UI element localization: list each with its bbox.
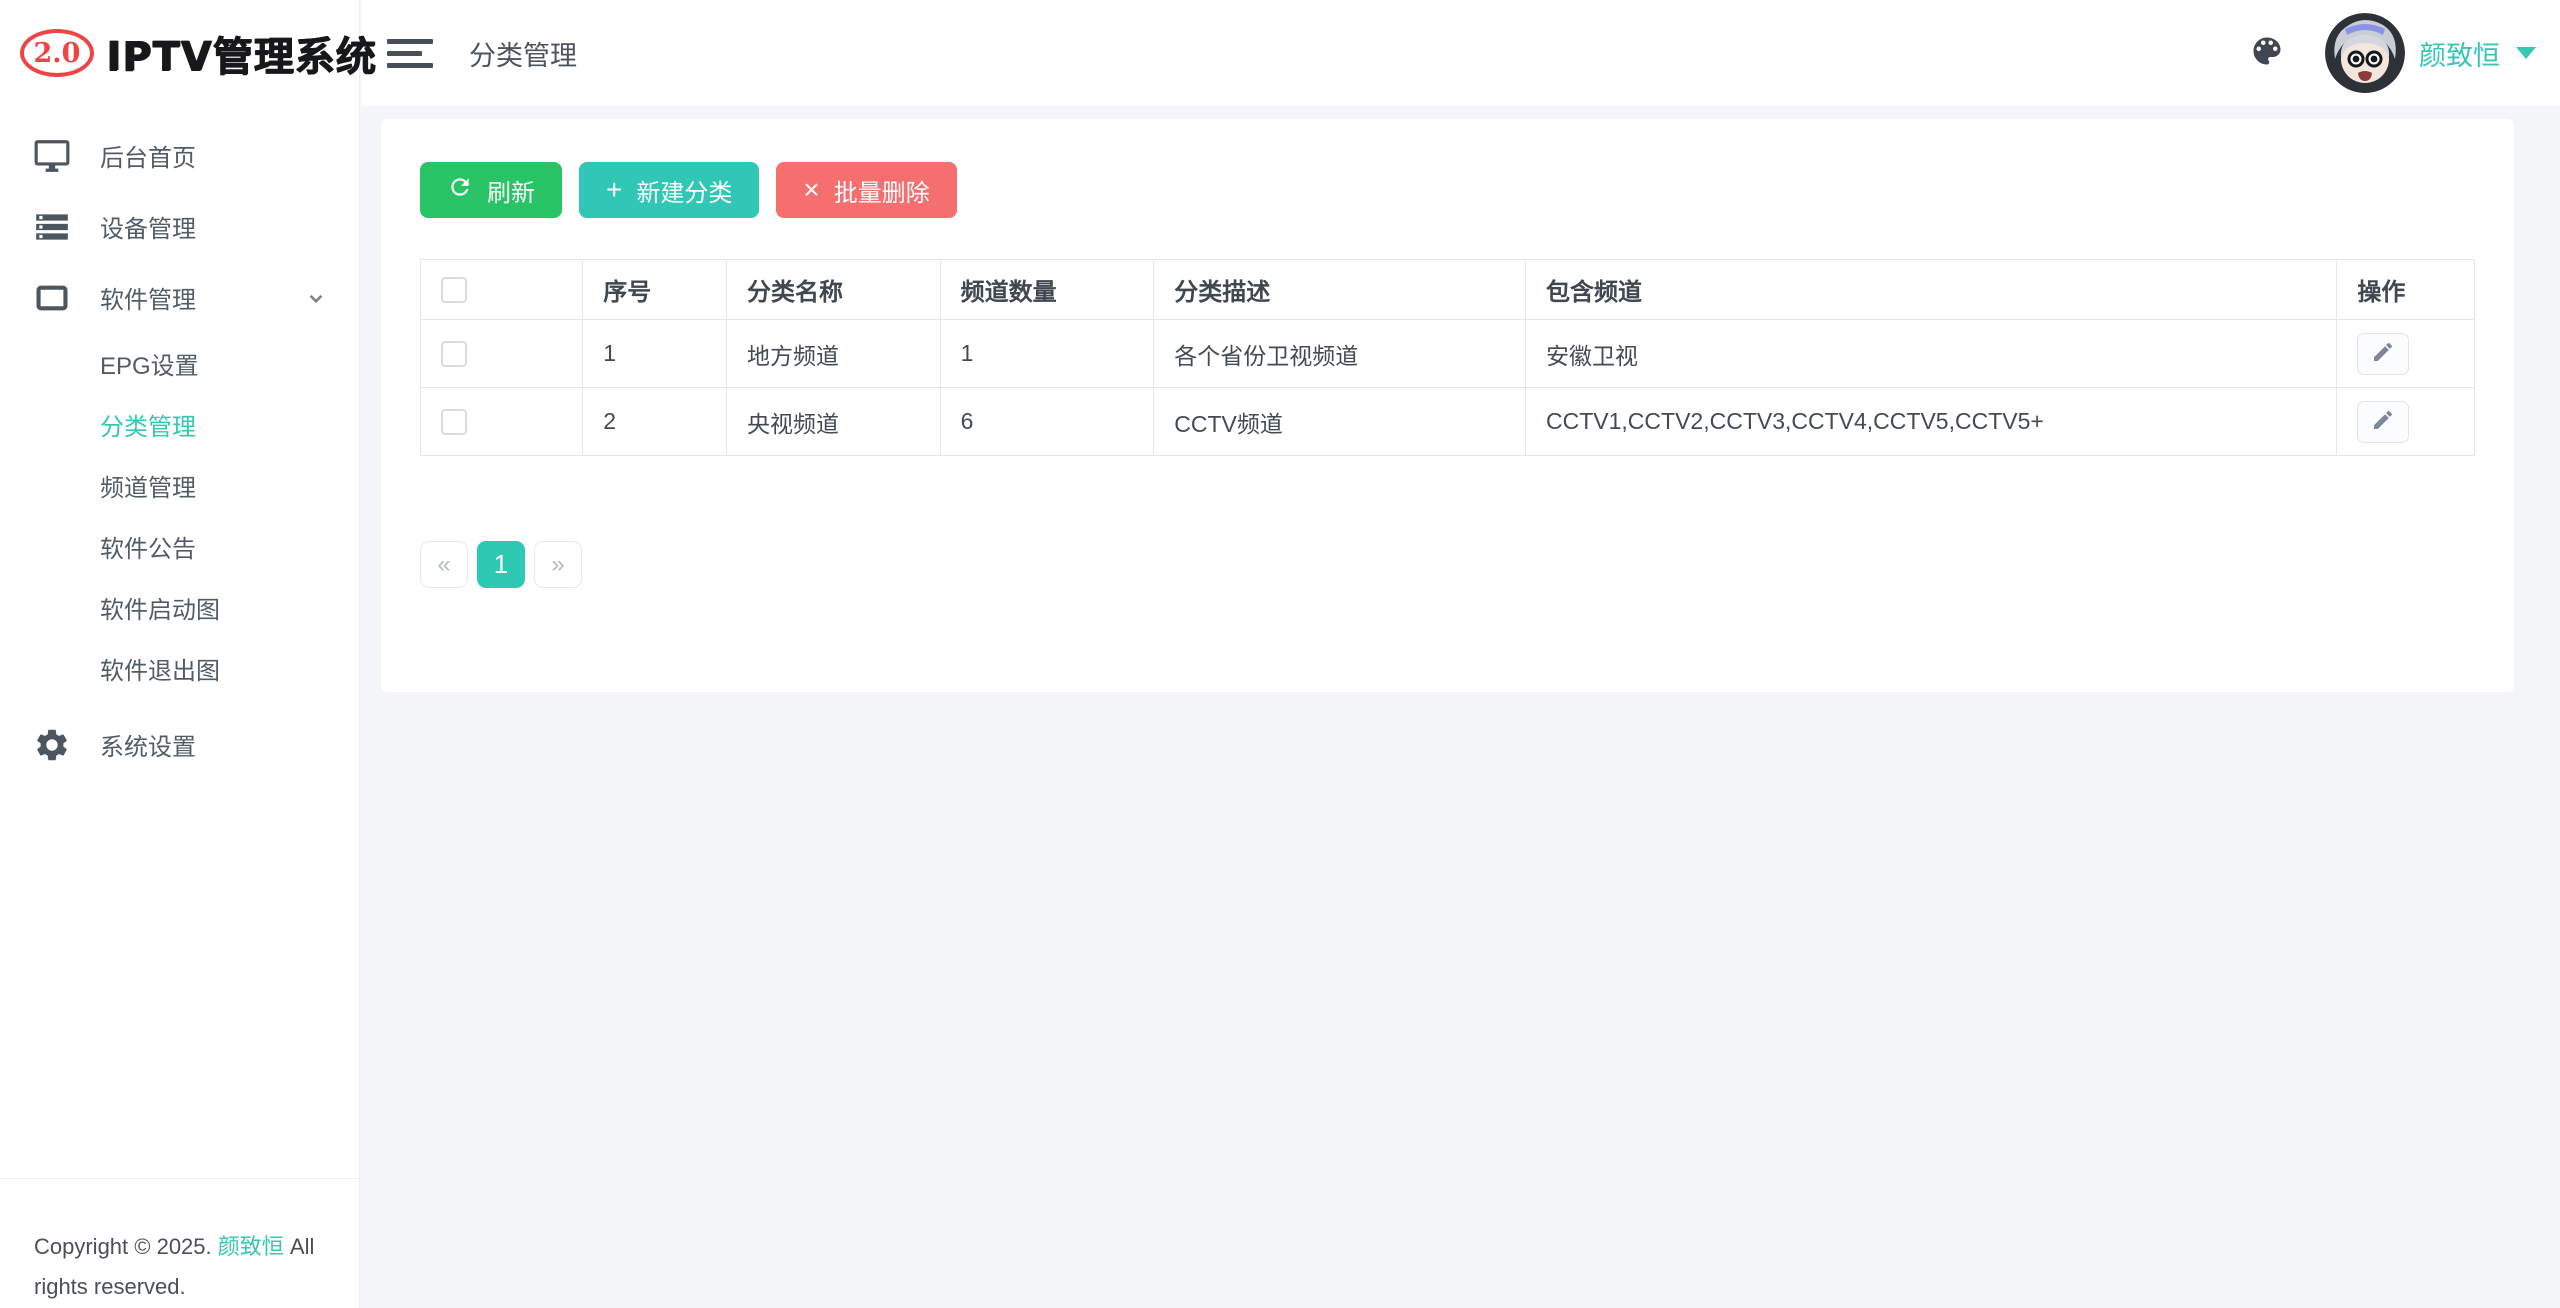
page-title: 分类管理 (469, 34, 577, 73)
theme-palette-button[interactable] (2245, 31, 2289, 75)
submenu-label: 软件启动图 (100, 590, 220, 625)
palette-icon (2249, 33, 2285, 74)
sidebar-item-dashboard[interactable]: 后台首页 (0, 120, 359, 191)
cell-name: 地方频道 (727, 320, 941, 388)
cell-channels: CCTV1,CCTV2,CCTV3,CCTV4,CCTV5,CCTV5+ (1526, 388, 2337, 456)
column-header-channels: 包含频道 (1526, 260, 2337, 320)
top-header: 分类管理 (361, 0, 2560, 106)
sidebar-item-label: 后台首页 (100, 138, 329, 173)
pagination-page-1-button[interactable]: 1 (477, 541, 525, 588)
category-table: 序号 分类名称 频道数量 分类描述 包含频道 操作 1 地方频道 1 各个省份 (420, 259, 2475, 456)
sidebar-toggle-button[interactable] (387, 31, 437, 75)
app-window: 2.0 IPTV管理系统 后台首页 设备管理 软件管理 (0, 0, 2560, 1308)
chevron-down-icon (303, 285, 329, 311)
cell-desc: 各个省份卫视频道 (1154, 320, 1526, 388)
version-badge: 2.0 (20, 29, 94, 77)
pencil-icon (2371, 340, 2395, 367)
user-menu[interactable]: 颜致恒 (2325, 13, 2536, 93)
sidebar-item-exit-image[interactable]: 软件退出图 (0, 638, 359, 699)
pagination-prev-button[interactable]: « (420, 541, 468, 588)
cell-name: 央视频道 (727, 388, 941, 456)
edit-button[interactable] (2357, 401, 2409, 443)
monitor-icon (32, 136, 72, 176)
column-header-name: 分类名称 (727, 260, 941, 320)
edit-button[interactable] (2357, 333, 2409, 375)
refresh-icon (447, 174, 473, 207)
sidebar-item-software-announcement[interactable]: 软件公告 (0, 516, 359, 577)
cell-count: 1 (940, 320, 1154, 388)
column-header-desc: 分类描述 (1154, 260, 1526, 320)
sidebar-item-channel-management[interactable]: 频道管理 (0, 455, 359, 516)
new-category-button[interactable]: + 新建分类 (579, 162, 759, 218)
copyright-prefix: Copyright © 2025. (34, 1234, 212, 1259)
sidebar-item-software[interactable]: 软件管理 (0, 262, 359, 333)
close-icon: × (803, 176, 819, 204)
cell-count: 6 (940, 388, 1154, 456)
category-card: 刷新 + 新建分类 × 批量删除 (381, 119, 2514, 692)
sidebar-item-label: 系统设置 (100, 727, 329, 762)
software-submenu: EPG设置 分类管理 频道管理 软件公告 软件启动图 软件退出图 (0, 333, 359, 699)
cell-seq: 2 (583, 388, 727, 456)
avatar[interactable] (2325, 13, 2405, 93)
sidebar-item-epg-settings[interactable]: EPG设置 (0, 333, 359, 394)
submenu-label: 软件公告 (100, 529, 196, 564)
server-icon (32, 207, 72, 247)
column-header-seq: 序号 (583, 260, 727, 320)
sidebar-item-category-management[interactable]: 分类管理 (0, 394, 359, 455)
cell-channels: 安徽卫视 (1526, 320, 2337, 388)
submenu-label: 分类管理 (100, 407, 196, 442)
column-header-actions: 操作 (2337, 260, 2475, 320)
app-logo[interactable]: 2.0 IPTV管理系统 (0, 0, 359, 106)
pagination: « 1 » (420, 541, 2475, 588)
main-content: 刷新 + 新建分类 × 批量删除 (361, 106, 2560, 1308)
table-header-row: 序号 分类名称 频道数量 分类描述 包含频道 操作 (421, 260, 2475, 320)
sidebar-item-devices[interactable]: 设备管理 (0, 191, 359, 262)
sidebar-item-label: 设备管理 (100, 209, 329, 244)
copyright-text: Copyright © 2025. 颜致恒 All rights reserve… (0, 1179, 359, 1308)
caret-down-icon (2516, 47, 2536, 59)
submenu-label: 软件退出图 (100, 651, 220, 686)
sidebar-item-label: 软件管理 (100, 280, 303, 315)
sidebar-nav: 后台首页 设备管理 软件管理 EPG设置 (0, 106, 359, 1118)
batch-delete-button[interactable]: × 批量删除 (776, 162, 956, 218)
window-icon (32, 278, 72, 318)
cell-seq: 1 (583, 320, 727, 388)
sidebar-item-splash-image[interactable]: 软件启动图 (0, 577, 359, 638)
row-checkbox[interactable] (441, 409, 467, 435)
new-category-label: 新建分类 (636, 173, 732, 208)
column-header-count: 频道数量 (940, 260, 1154, 320)
table-row: 2 央视频道 6 CCTV频道 CCTV1,CCTV2,CCTV3,CCTV4,… (421, 388, 2475, 456)
table-row: 1 地方频道 1 各个省份卫视频道 安徽卫视 (421, 320, 2475, 388)
row-checkbox[interactable] (441, 341, 467, 367)
pagination-next-button[interactable]: » (534, 541, 582, 588)
username: 颜致恒 (2419, 34, 2500, 73)
pencil-icon (2371, 408, 2395, 435)
batch-delete-label: 批量删除 (834, 173, 930, 208)
toolbar: 刷新 + 新建分类 × 批量删除 (420, 162, 2475, 218)
plus-icon: + (606, 176, 622, 204)
sidebar: 2.0 IPTV管理系统 后台首页 设备管理 软件管理 (0, 0, 360, 1308)
gear-icon (32, 725, 72, 765)
app-title: IPTV管理系统 (106, 24, 376, 82)
sidebar-item-system-settings[interactable]: 系统设置 (0, 709, 359, 780)
refresh-button[interactable]: 刷新 (420, 162, 562, 218)
refresh-label: 刷新 (487, 173, 535, 208)
cell-desc: CCTV频道 (1154, 388, 1526, 456)
select-all-checkbox[interactable] (441, 277, 467, 303)
copyright-owner-link[interactable]: 颜致恒 (218, 1234, 284, 1259)
submenu-label: EPG设置 (100, 346, 199, 381)
submenu-label: 频道管理 (100, 468, 196, 503)
